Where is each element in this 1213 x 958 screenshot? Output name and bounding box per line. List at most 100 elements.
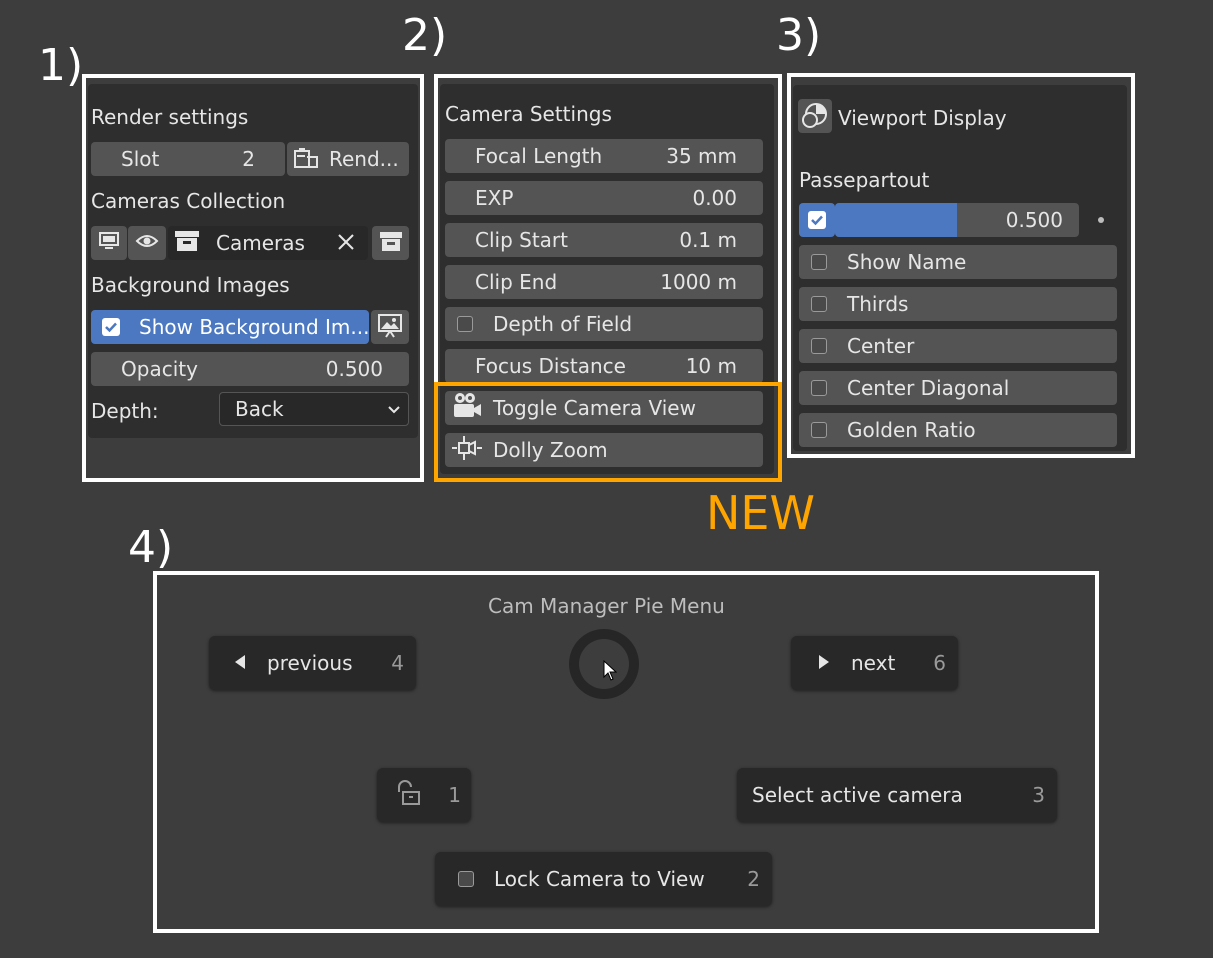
unlock-camera-button[interactable]: 1 (377, 768, 471, 822)
viewport-display-heading: Viewport Display (838, 106, 1007, 130)
depth-value: Back (235, 397, 284, 421)
render-slot-button[interactable]: Rend... (287, 142, 409, 176)
opacity-field[interactable]: Opacity 0.500 (91, 352, 409, 386)
collection-box-icon (174, 229, 200, 258)
eye-icon (135, 231, 159, 255)
previous-camera-button[interactable]: previous 4 (209, 636, 416, 690)
next-label: next (851, 651, 896, 675)
option-label: Center (847, 334, 915, 358)
pie-menu-title: Cam Manager Pie Menu (488, 594, 725, 618)
render-settings-heading: Render settings (91, 105, 249, 129)
select-active-camera-button[interactable]: Select active camera 3 (737, 768, 1057, 822)
triangle-left-icon (233, 651, 247, 675)
new-badge: NEW (706, 486, 815, 540)
focus-distance-value: 10 m (685, 354, 737, 378)
image-icon (377, 312, 403, 343)
monitor-icon (98, 231, 120, 256)
viewport-display-icon (798, 99, 832, 133)
passepartout-value: 0.500 (1005, 208, 1063, 232)
clip-end-value: 1000 m (660, 270, 737, 294)
depth-of-field-checkbox[interactable] (457, 316, 473, 332)
next-shortcut: 6 (933, 651, 946, 675)
next-camera-button[interactable]: next 6 (791, 636, 958, 690)
passepartout-label: Passepartout (799, 168, 930, 192)
keyframe-dot-icon[interactable] (1098, 217, 1104, 223)
slot-field[interactable]: Slot 2 (91, 142, 285, 176)
focus-distance-field[interactable]: Focus Distance 10 m (445, 349, 763, 383)
focus-distance-label: Focus Distance (475, 354, 626, 378)
select-active-shortcut: 3 (1032, 783, 1045, 807)
render-panel: Render settings Slot 2 Rend... Cameras C… (88, 84, 418, 438)
viewport-panel: Viewport Display Passepartout 0.500 Show… (793, 85, 1127, 451)
render-icon (293, 147, 319, 171)
lock-camera-checkbox[interactable] (458, 871, 474, 887)
focal-length-label: Focal Length (475, 144, 603, 168)
section-label-2: 2) (402, 10, 448, 61)
section-label-3: 3) (776, 10, 822, 61)
exp-value: 0.00 (692, 186, 737, 210)
passepartout-checkbox[interactable] (799, 203, 835, 237)
option-label: Golden Ratio (847, 418, 976, 442)
option-checkbox[interactable] (811, 380, 827, 396)
depth-label: Depth: (91, 399, 159, 423)
option-label: Thirds (847, 292, 909, 316)
option-golden-ratio[interactable]: Golden Ratio (799, 413, 1117, 447)
option-thirds[interactable]: Thirds (799, 287, 1117, 321)
unlock-icon (395, 779, 423, 811)
clip-end-label: Clip End (475, 270, 558, 294)
collection-name: Cameras (216, 231, 305, 255)
option-show-name[interactable]: Show Name (799, 245, 1117, 279)
option-center[interactable]: Center (799, 329, 1117, 363)
mouse-cursor-icon (603, 659, 618, 686)
clip-start-value: 0.1 m (679, 228, 737, 252)
checkmark-icon (808, 211, 826, 229)
visibility-toggle[interactable] (128, 226, 166, 260)
previous-shortcut: 4 (391, 651, 404, 675)
section-label-4: 4) (128, 522, 174, 573)
select-active-label: Select active camera (752, 783, 963, 807)
slot-value: 2 (242, 147, 255, 171)
exp-field[interactable]: EXP 0.00 (445, 181, 763, 215)
focal-length-field[interactable]: Focal Length 35 mm (445, 139, 763, 173)
passepartout-slider[interactable]: 0.500 (835, 203, 1079, 237)
unlock-shortcut: 1 (448, 783, 461, 807)
monitor-toggle[interactable] (91, 226, 127, 260)
collection-selector[interactable]: Cameras (168, 226, 368, 260)
depth-dropdown[interactable]: Back (219, 392, 409, 426)
collection-browse-button[interactable] (372, 226, 409, 260)
option-checkbox[interactable] (811, 422, 827, 438)
passepartout-fill (835, 203, 957, 237)
lock-camera-shortcut: 2 (747, 867, 760, 891)
opacity-label: Opacity (121, 357, 198, 381)
archive-box-icon (379, 230, 403, 257)
background-images-heading: Background Images (91, 273, 290, 297)
option-label: Show Name (847, 250, 967, 274)
previous-label: previous (267, 651, 353, 675)
opacity-value: 0.500 (325, 357, 383, 381)
show-background-toggle[interactable]: Show Background Im... (91, 310, 369, 344)
option-checkbox[interactable] (811, 296, 827, 312)
triangle-right-icon (817, 651, 831, 675)
new-features-highlight (434, 382, 782, 482)
show-background-checkbox[interactable] (101, 317, 121, 337)
clip-end-field[interactable]: Clip End 1000 m (445, 265, 763, 299)
lock-camera-to-view-button[interactable]: Lock Camera to View 2 (435, 852, 772, 906)
section-label-1: 1) (38, 40, 84, 91)
clear-collection-icon[interactable] (336, 230, 356, 259)
exp-label: EXP (475, 186, 514, 210)
show-background-label: Show Background Im... (139, 315, 369, 339)
clip-start-field[interactable]: Clip Start 0.1 m (445, 223, 763, 257)
option-checkbox[interactable] (811, 254, 827, 270)
focal-length-value: 35 mm (666, 144, 737, 168)
camera-settings-heading: Camera Settings (445, 102, 612, 126)
option-label: Center Diagonal (847, 376, 1010, 400)
lock-camera-label: Lock Camera to View (494, 867, 705, 891)
clip-start-label: Clip Start (475, 228, 568, 252)
depth-of-field-label: Depth of Field (493, 312, 633, 336)
cameras-collection-heading: Cameras Collection (91, 189, 286, 213)
option-center-diagonal[interactable]: Center Diagonal (799, 371, 1117, 405)
add-image-button[interactable] (371, 310, 409, 344)
render-button-label: Rend... (329, 147, 399, 171)
option-checkbox[interactable] (811, 338, 827, 354)
depth-of-field-toggle[interactable]: Depth of Field (445, 307, 763, 341)
